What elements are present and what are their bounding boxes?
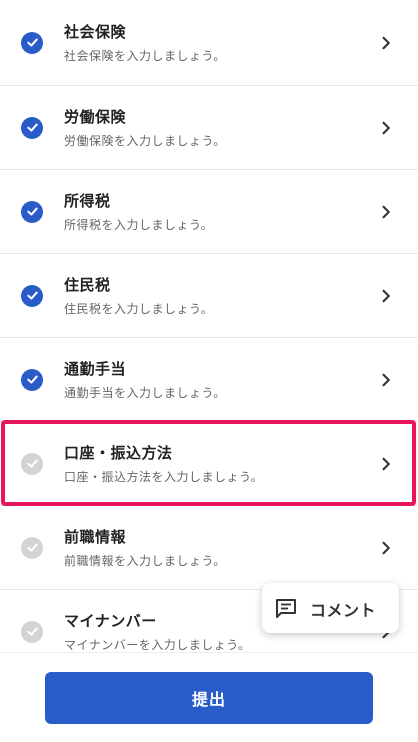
list-item-labor-insurance[interactable]: 労働保険 労働保険を入力しましょう。 — [0, 86, 418, 170]
list-item-subtitle: 通勤手当を入力しましょう。 — [64, 385, 226, 400]
list-item-income-tax[interactable]: 所得税 所得税を入力しましょう。 — [0, 170, 418, 254]
comment-icon — [276, 599, 296, 618]
list-item-title: 口座・振込方法 — [64, 443, 173, 462]
chevron-right-icon — [382, 121, 390, 134]
screen: 社会保険 社会保険を入力しましょう。 労働保険 労働保険を入力しましょう。 所得… — [0, 0, 418, 742]
list-item-texts: 所得税 所得税を入力しましょう。 — [64, 191, 213, 233]
list-item-commute-allowance[interactable]: 通勤手当 通勤手当を入力しましょう。 — [0, 338, 418, 422]
list-item-subtitle: 労働保険を入力しましょう。 — [64, 133, 226, 148]
list-item-subtitle: マイナンバーを入力しましょう。 — [64, 637, 251, 652]
list-item-texts: 前職情報 前職情報を入力しましょう。 — [64, 527, 226, 569]
list-item-subtitle: 住民税を入力しましょう。 — [64, 301, 214, 316]
list-item-social-insurance[interactable]: 社会保険 社会保険を入力しましょう。 — [0, 0, 418, 86]
chevron-right-icon — [382, 541, 390, 554]
pending-check-icon — [21, 452, 43, 475]
list-item-bank-account[interactable]: 口座・振込方法 口座・振込方法を入力しましょう。 — [0, 422, 418, 506]
list-item-subtitle: 口座・振込方法を入力しましょう。 — [64, 469, 264, 484]
chevron-right-icon — [382, 36, 390, 49]
list-item-resident-tax[interactable]: 住民税 住民税を入力しましょう。 — [0, 254, 418, 338]
chevron-right-icon — [382, 205, 390, 218]
chevron-right-icon — [382, 457, 390, 470]
list-item-subtitle: 社会保険を入力しましょう。 — [64, 48, 226, 63]
completed-check-icon — [21, 284, 43, 307]
task-list: 社会保険 社会保険を入力しましょう。 労働保険 労働保険を入力しましょう。 所得… — [0, 0, 418, 674]
list-item-texts: 社会保険 社会保険を入力しましょう。 — [64, 22, 226, 64]
list-item-title: 前職情報 — [64, 527, 127, 546]
chevron-right-icon — [382, 289, 390, 302]
completed-check-icon — [21, 31, 43, 54]
list-item-subtitle: 前職情報を入力しましょう。 — [64, 553, 226, 568]
list-item-texts: 住民税 住民税を入力しましょう。 — [64, 275, 213, 317]
list-item-texts: 口座・振込方法 口座・振込方法を入力しましょう。 — [64, 443, 263, 485]
list-item-title: 所得税 — [64, 191, 111, 210]
list-item-title: 住民税 — [64, 275, 111, 294]
comment-button[interactable]: コメント — [262, 583, 399, 633]
list-item-previous-job[interactable]: 前職情報 前職情報を入力しましょう。 — [0, 506, 418, 590]
list-item-texts: 通勤手当 通勤手当を入力しましょう。 — [64, 359, 226, 401]
chevron-right-icon — [382, 373, 390, 386]
completed-check-icon — [21, 368, 43, 391]
completed-check-icon — [21, 200, 43, 223]
list-item-texts: マイナンバー マイナンバーを入力しましょう。 — [64, 611, 251, 653]
comment-label: コメント — [310, 601, 377, 620]
pending-check-icon — [21, 536, 43, 559]
list-item-title: マイナンバー — [64, 611, 157, 630]
pending-check-icon — [21, 620, 43, 643]
completed-check-icon — [21, 116, 43, 139]
list-item-title: 社会保険 — [64, 22, 127, 41]
submit-button[interactable]: 提出 — [45, 672, 373, 724]
footer-bar: 提出 — [0, 652, 418, 742]
list-item-title: 通勤手当 — [64, 359, 127, 378]
list-item-texts: 労働保険 労働保険を入力しましょう。 — [64, 107, 226, 149]
list-item-title: 労働保険 — [64, 107, 127, 126]
list-item-subtitle: 所得税を入力しましょう。 — [64, 217, 214, 232]
